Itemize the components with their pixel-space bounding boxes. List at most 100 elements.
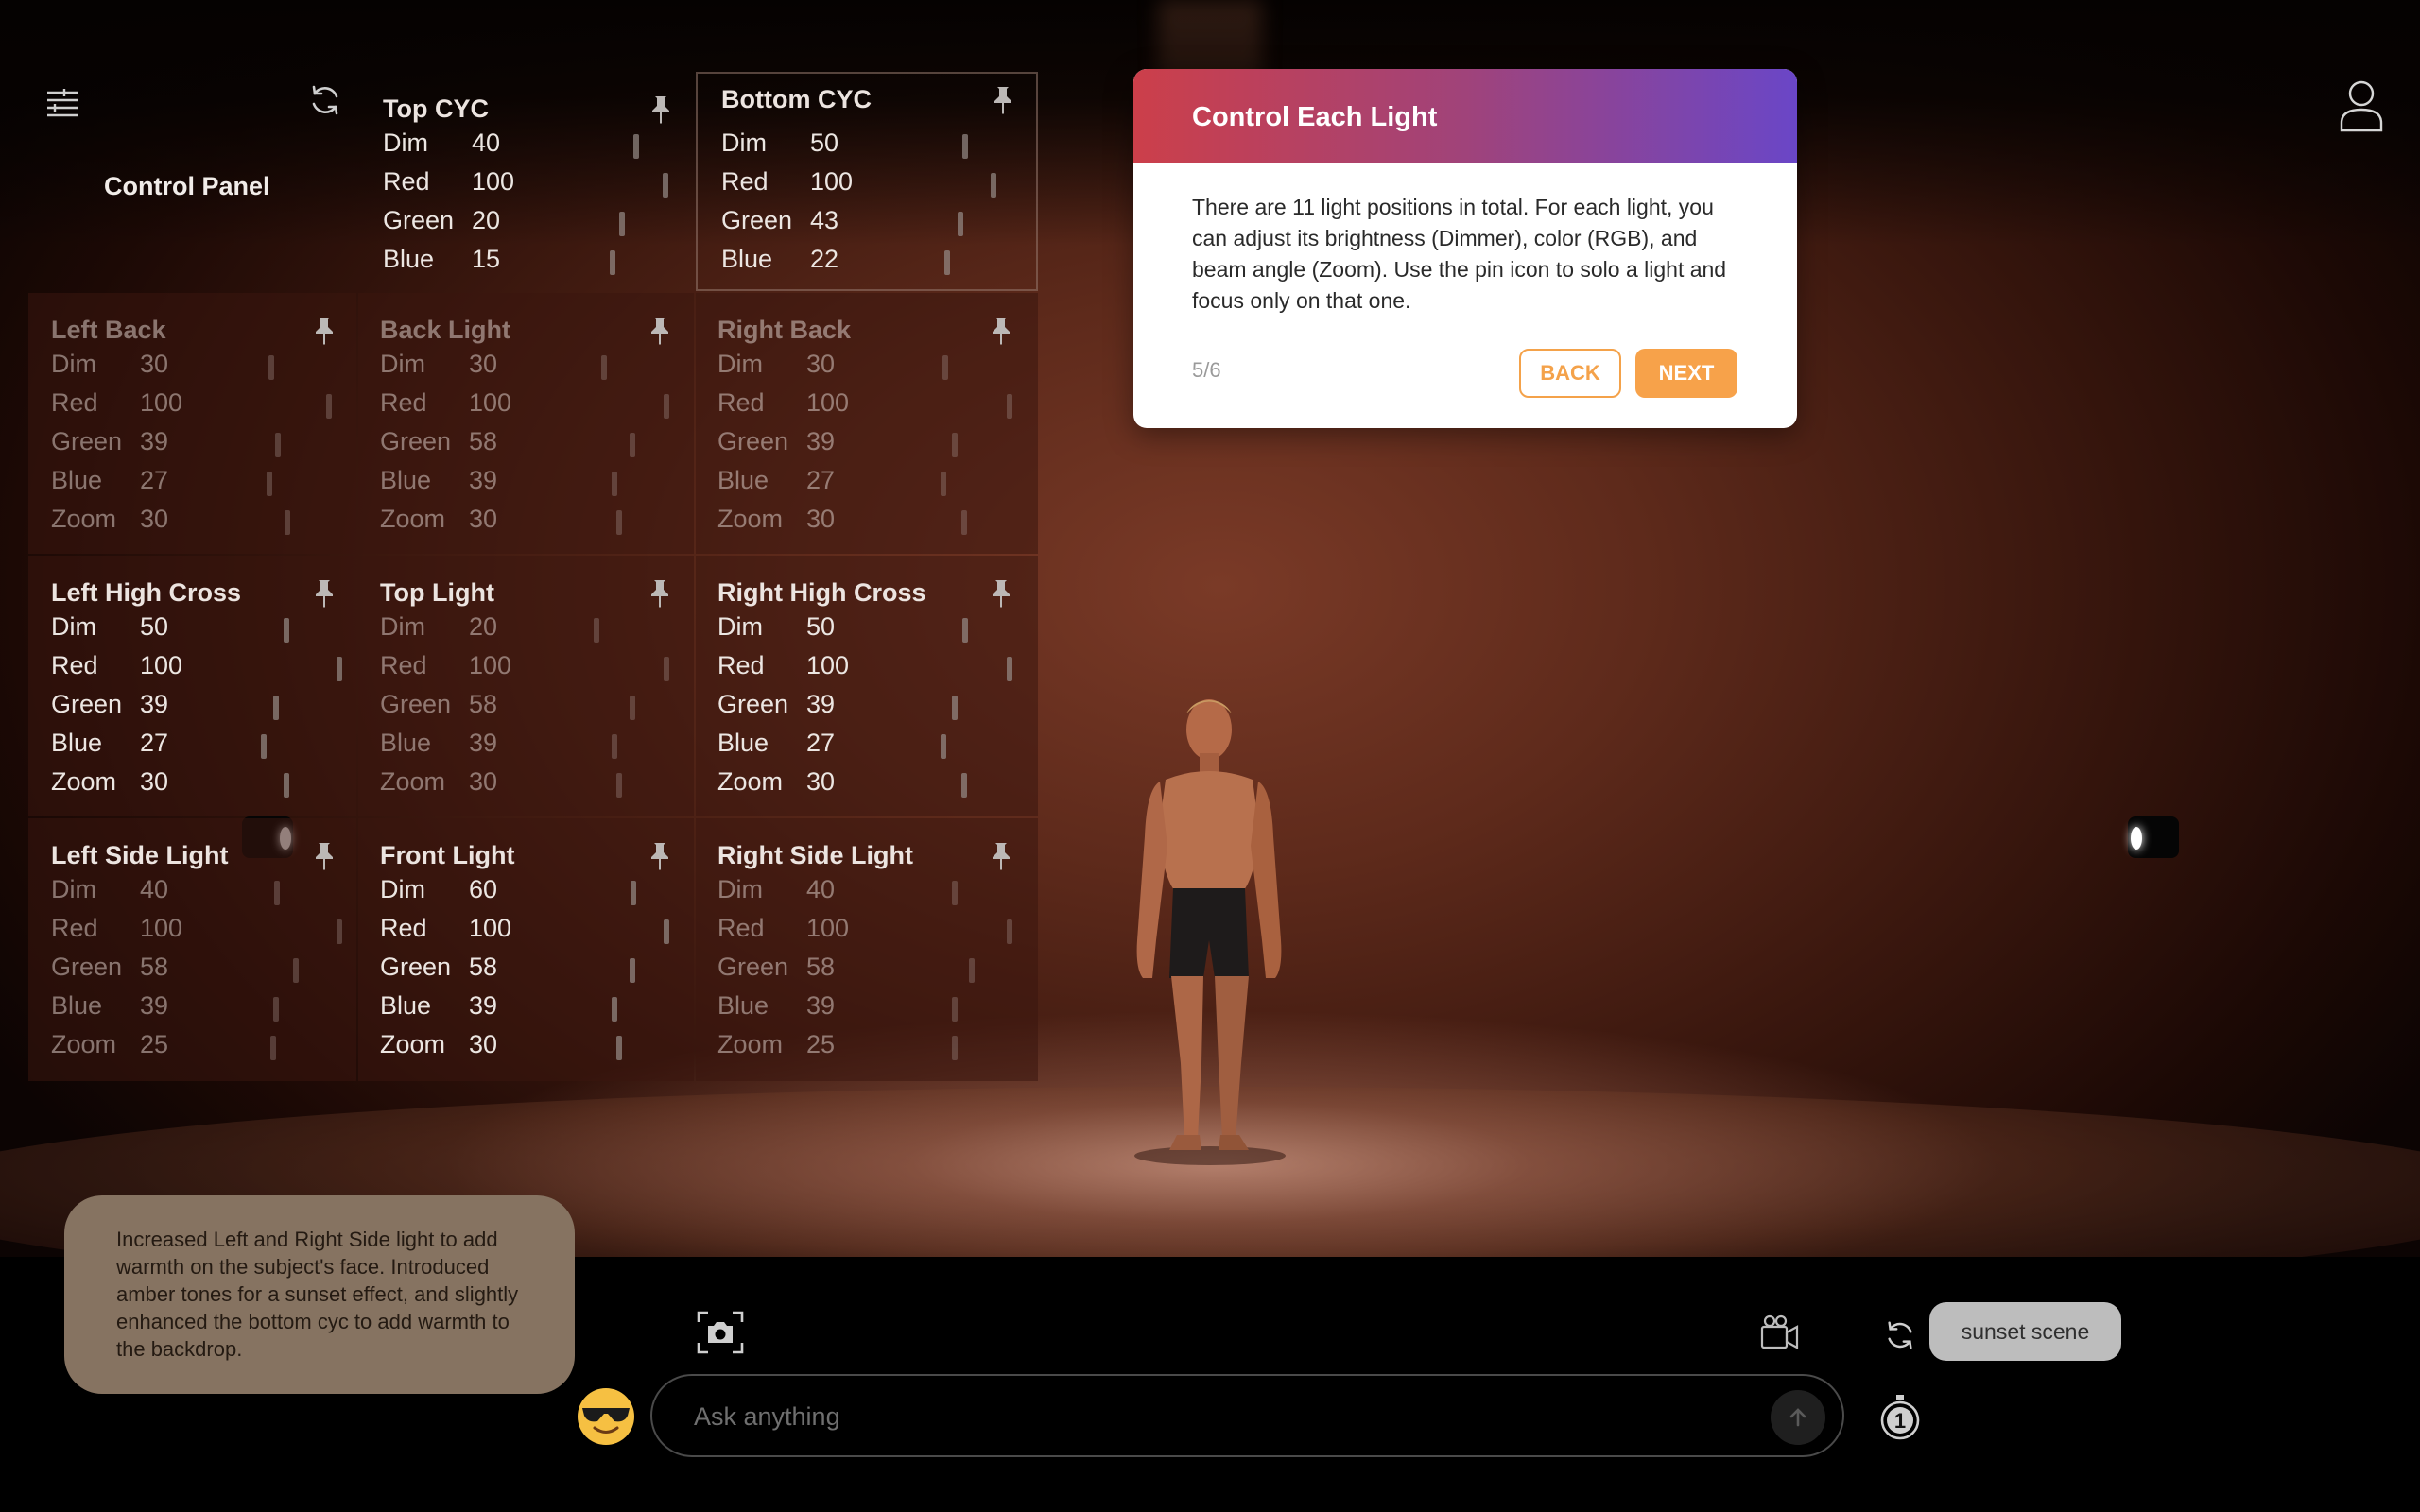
- slider-row-green[interactable]: Green 58: [380, 953, 654, 987]
- slider-row-red[interactable]: Red 100: [380, 388, 669, 422]
- slider-handle[interactable]: [284, 618, 289, 643]
- slider-row-blue[interactable]: Blue 27: [51, 466, 325, 500]
- slider-handle[interactable]: [952, 433, 958, 457]
- slider-handle[interactable]: [616, 1036, 622, 1060]
- slider-row-zoom[interactable]: Zoom 30: [380, 505, 654, 539]
- slider-handle[interactable]: [1007, 657, 1012, 681]
- slider-row-green[interactable]: Green 20: [383, 206, 657, 240]
- pin-icon[interactable]: [989, 841, 1013, 871]
- slider-handle[interactable]: [952, 1036, 958, 1060]
- slider-handle[interactable]: [612, 997, 617, 1022]
- pin-icon[interactable]: [648, 578, 672, 609]
- slider-row-blue[interactable]: Blue 39: [380, 991, 654, 1025]
- user-icon[interactable]: [2335, 77, 2388, 134]
- slider-row-red[interactable]: Red 100: [51, 651, 342, 685]
- slider-handle[interactable]: [631, 881, 636, 905]
- slider-handle[interactable]: [630, 433, 635, 457]
- slider-handle[interactable]: [633, 134, 639, 159]
- refresh-icon[interactable]: [304, 79, 346, 121]
- slider-row-dim[interactable]: Dim 50: [721, 129, 995, 163]
- slider-handle[interactable]: [337, 919, 342, 944]
- slider-handle[interactable]: [619, 212, 625, 236]
- slider-row-green[interactable]: Green 43: [721, 206, 995, 240]
- slider-row-blue[interactable]: Blue 27: [717, 729, 992, 763]
- slider-row-red[interactable]: Red 100: [51, 914, 342, 948]
- back-button[interactable]: BACK: [1519, 349, 1621, 398]
- slider-handle[interactable]: [941, 734, 946, 759]
- slider-handle[interactable]: [941, 472, 946, 496]
- slider-handle[interactable]: [1007, 394, 1012, 419]
- refresh-icon[interactable]: [1881, 1316, 1919, 1354]
- video-camera-icon[interactable]: [1758, 1311, 1802, 1354]
- pin-icon[interactable]: [648, 841, 672, 871]
- slider-row-zoom[interactable]: Zoom 30: [380, 767, 654, 801]
- slider-row-zoom[interactable]: Zoom 30: [717, 505, 992, 539]
- slider-handle[interactable]: [616, 773, 622, 798]
- slider-row-green[interactable]: Green 58: [51, 953, 325, 987]
- slider-handle[interactable]: [261, 734, 267, 759]
- slider-row-zoom[interactable]: Zoom 30: [51, 767, 325, 801]
- slider-handle[interactable]: [270, 1036, 276, 1060]
- slider-handle[interactable]: [664, 657, 669, 681]
- slider-row-red[interactable]: Red 100: [721, 167, 996, 201]
- pin-icon[interactable]: [648, 94, 673, 125]
- pin-icon[interactable]: [648, 316, 672, 346]
- slider-row-dim[interactable]: Dim 50: [717, 612, 992, 646]
- emoji-icon[interactable]: [575, 1385, 637, 1448]
- slider-handle[interactable]: [601, 355, 607, 380]
- slider-handle[interactable]: [610, 250, 615, 275]
- slider-handle[interactable]: [268, 355, 274, 380]
- slider-row-red[interactable]: Red 100: [717, 651, 1012, 685]
- pin-icon[interactable]: [989, 578, 1013, 609]
- slider-row-dim[interactable]: Dim 30: [380, 350, 654, 384]
- slider-handle[interactable]: [630, 696, 635, 720]
- slider-handle[interactable]: [664, 919, 669, 944]
- chat-input[interactable]: [694, 1393, 1734, 1440]
- slider-handle[interactable]: [267, 472, 272, 496]
- slider-handle[interactable]: [630, 958, 635, 983]
- slider-handle[interactable]: [952, 881, 958, 905]
- slider-handle[interactable]: [274, 881, 280, 905]
- slider-row-red[interactable]: Red 100: [380, 914, 669, 948]
- slider-handle[interactable]: [969, 958, 975, 983]
- slider-row-dim[interactable]: Dim 40: [383, 129, 657, 163]
- slider-handle[interactable]: [594, 618, 599, 643]
- slider-handle[interactable]: [284, 773, 289, 798]
- slider-row-green[interactable]: Green 39: [51, 690, 325, 724]
- slider-handle[interactable]: [326, 394, 332, 419]
- timer-icon[interactable]: 1: [1876, 1392, 1924, 1443]
- slider-row-blue[interactable]: Blue 22: [721, 245, 995, 279]
- slider-row-green[interactable]: Green 39: [717, 427, 992, 461]
- slider-row-blue[interactable]: Blue 27: [717, 466, 992, 500]
- slider-row-blue[interactable]: Blue 27: [51, 729, 325, 763]
- slider-row-blue[interactable]: Blue 15: [383, 245, 657, 279]
- slider-row-red[interactable]: Red 100: [717, 914, 1012, 948]
- pin-icon[interactable]: [989, 316, 1013, 346]
- slider-row-dim[interactable]: Dim 40: [717, 875, 992, 909]
- slider-row-dim[interactable]: Dim 60: [380, 875, 654, 909]
- suggestion-chip[interactable]: sunset scene: [1929, 1302, 2121, 1361]
- slider-handle[interactable]: [958, 212, 963, 236]
- slider-row-red[interactable]: Red 100: [380, 651, 669, 685]
- pin-icon[interactable]: [312, 841, 337, 871]
- pin-icon[interactable]: [991, 85, 1015, 115]
- slider-row-blue[interactable]: Blue 39: [717, 991, 992, 1025]
- slider-handle[interactable]: [337, 657, 342, 681]
- menu-icon[interactable]: [42, 83, 83, 125]
- pin-icon[interactable]: [312, 578, 337, 609]
- slider-row-zoom[interactable]: Zoom 30: [51, 505, 325, 539]
- slider-handle[interactable]: [962, 134, 968, 159]
- slider-row-green[interactable]: Green 58: [380, 427, 654, 461]
- slider-handle[interactable]: [275, 433, 281, 457]
- slider-row-green[interactable]: Green 39: [51, 427, 325, 461]
- slider-row-zoom[interactable]: Zoom 30: [717, 767, 992, 801]
- slider-row-zoom[interactable]: Zoom 25: [717, 1030, 992, 1064]
- slider-row-dim[interactable]: Dim 40: [51, 875, 325, 909]
- slider-handle[interactable]: [612, 472, 617, 496]
- slider-handle[interactable]: [952, 696, 958, 720]
- slider-row-green[interactable]: Green 58: [380, 690, 654, 724]
- slider-row-blue[interactable]: Blue 39: [380, 729, 654, 763]
- slider-handle[interactable]: [273, 696, 279, 720]
- slider-handle[interactable]: [663, 173, 668, 198]
- camera-icon[interactable]: [695, 1309, 746, 1356]
